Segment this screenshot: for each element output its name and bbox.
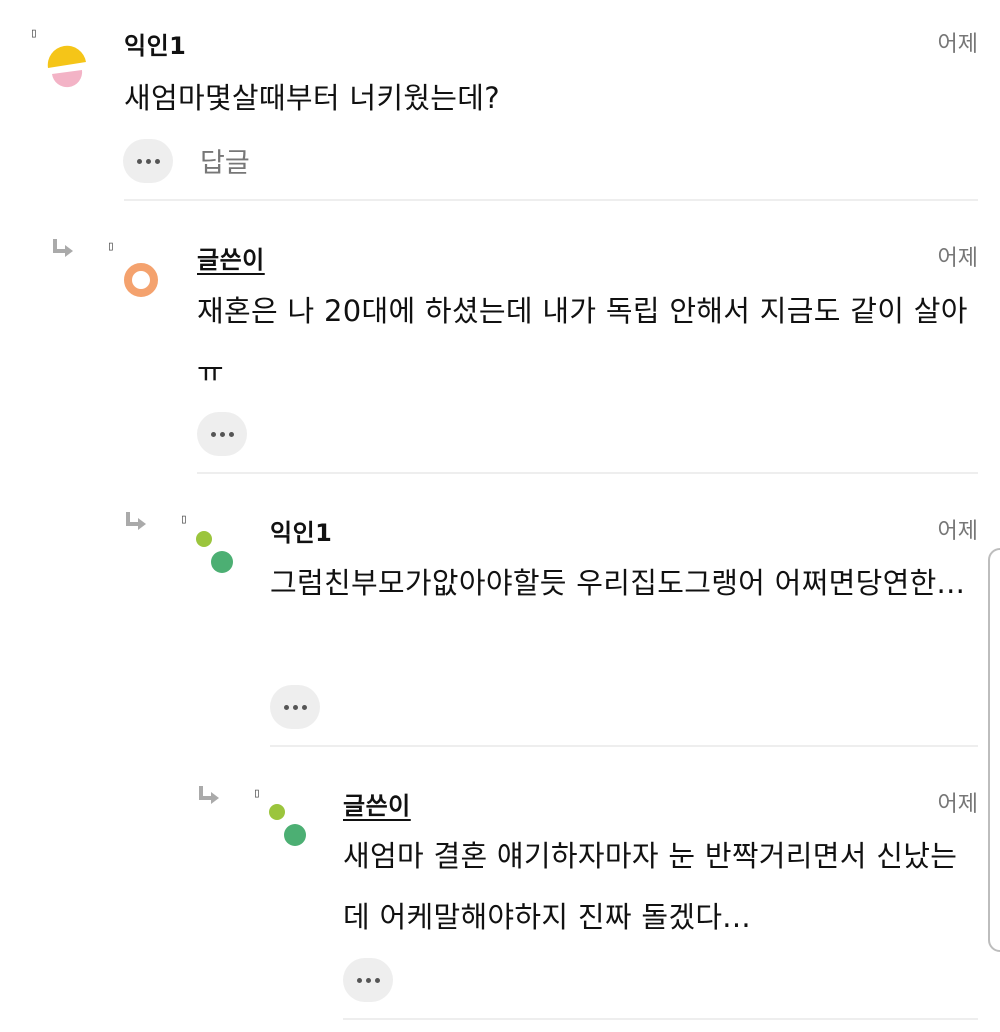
- comment-divider: [197, 472, 978, 474]
- orange-ring-avatar: [124, 263, 158, 297]
- comment-author[interactable]: 글쓴이: [197, 240, 265, 275]
- comment-author[interactable]: 익인1: [270, 513, 332, 548]
- dot-icon: [301, 704, 307, 710]
- more-options-button[interactable]: [343, 958, 393, 1002]
- dot-icon: [210, 431, 216, 437]
- comment-time: 어제: [937, 519, 978, 544]
- comment-divider: [343, 1018, 978, 1020]
- more-options-button[interactable]: [197, 412, 247, 456]
- comment-time: 어제: [937, 32, 978, 57]
- comment-text: 새엄마 결혼 얘기하자마자 눈 반짝거리면서 신났는데 어케말해야하지 진짜 돌…: [343, 839, 958, 934]
- comment-time: 어제: [937, 246, 978, 271]
- comment-text: 그럼친부모가앖아야할듯 우리집도그랭어 어쩌면당연한...: [270, 566, 966, 600]
- dot-icon: [365, 977, 371, 983]
- comment-marker: ▯: [180, 512, 188, 527]
- dot-icon: [219, 431, 225, 437]
- reply-arrow-icon: [53, 239, 73, 257]
- green-dots-avatar: [196, 531, 233, 573]
- comment-author[interactable]: 익인1: [124, 26, 186, 61]
- comment-author[interactable]: 글쓴이: [343, 786, 411, 821]
- more-options-button[interactable]: [270, 685, 320, 729]
- comment-time: 어제: [937, 792, 978, 817]
- dot-icon: [283, 704, 289, 710]
- comment-marker: ▯: [107, 239, 115, 254]
- comment-marker: ▯: [253, 786, 261, 801]
- dot-icon: [145, 158, 151, 164]
- dot-icon: [154, 158, 160, 164]
- dot-icon: [356, 977, 362, 983]
- comment-divider: [270, 745, 978, 747]
- yellow-pink-half-circles-avatar: [47, 45, 86, 88]
- more-options-button[interactable]: [123, 139, 173, 183]
- dot-icon: [228, 431, 234, 437]
- comment-text: 재혼은 나 20대에 하셨는데 내가 독립 안해서 지금도 같이 살아ㅠ: [197, 294, 968, 389]
- comment-text: 새엄마몇살때부터 너키웠는데?: [124, 81, 500, 115]
- green-dots-avatar: [269, 804, 306, 846]
- reply-button[interactable]: 답글: [200, 141, 250, 180]
- dot-icon: [292, 704, 298, 710]
- comment-marker: ▯: [30, 26, 38, 41]
- dot-icon: [136, 158, 142, 164]
- dot-icon: [374, 977, 380, 983]
- reply-arrow-icon: [199, 786, 219, 804]
- comment-divider: [124, 199, 978, 201]
- scrollbar[interactable]: [988, 548, 1000, 952]
- reply-arrow-icon: [126, 512, 146, 530]
